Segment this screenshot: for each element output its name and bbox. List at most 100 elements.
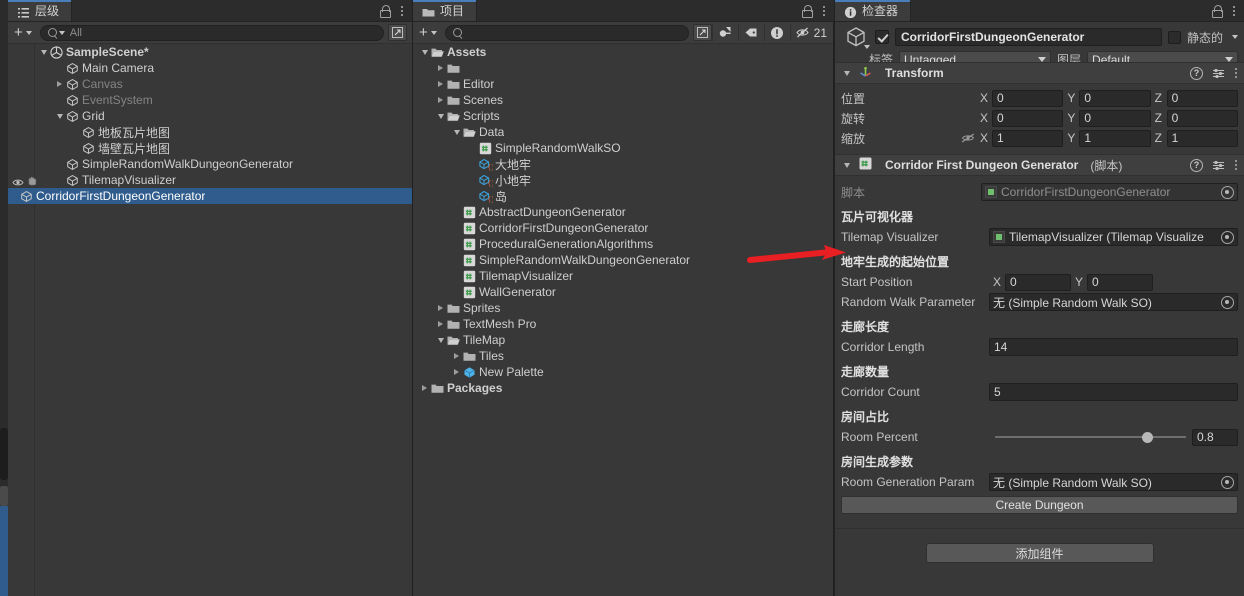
- number-input[interactable]: 14: [989, 338, 1238, 356]
- lock-icon[interactable]: [1211, 4, 1223, 18]
- chevron-right-icon[interactable]: [54, 81, 65, 87]
- transform-y-input[interactable]: 0: [1079, 109, 1151, 127]
- slider-track[interactable]: [995, 431, 1186, 443]
- tree-row[interactable]: SimpleRandomWalkDungeonGenerator: [413, 252, 834, 268]
- project-search-input[interactable]: [444, 24, 689, 41]
- transform-menu-icon[interactable]: [1234, 66, 1238, 80]
- transform-y-input[interactable]: 0: [1079, 89, 1151, 107]
- tree-row[interactable]: SimpleRandomWalkSO: [413, 140, 834, 156]
- chevron-right-icon[interactable]: [451, 369, 462, 375]
- tree-row[interactable]: CorridorFirstDungeonGenerator: [413, 220, 834, 236]
- preset-icon[interactable]: [1212, 67, 1225, 80]
- chevron-right-icon[interactable]: [419, 385, 430, 391]
- chevron-right-icon[interactable]: [435, 97, 446, 103]
- start-position-y-input[interactable]: 0: [1087, 273, 1153, 291]
- tree-row[interactable]: Canvas: [8, 76, 412, 92]
- project-search-expand-button[interactable]: [692, 24, 712, 41]
- tree-row[interactable]: AbstractDungeonGenerator: [413, 204, 834, 220]
- project-add-button[interactable]: +: [415, 24, 441, 41]
- hierarchy-add-button[interactable]: +: [10, 24, 36, 41]
- object-reference-field[interactable]: 无 (Simple Random Walk SO): [989, 473, 1238, 491]
- tree-row[interactable]: 墙壁瓦片地图: [8, 140, 412, 156]
- transform-component-header[interactable]: Transform ?: [835, 62, 1244, 84]
- slider-knob[interactable]: [1142, 431, 1154, 443]
- chevron-down-icon[interactable]: [38, 49, 49, 55]
- transform-foldout-icon[interactable]: [841, 70, 852, 76]
- static-checkbox[interactable]: [1167, 30, 1181, 44]
- filter-by-label-button[interactable]: [737, 24, 764, 41]
- tree-row[interactable]: Tiles: [413, 348, 834, 364]
- script-object-field[interactable]: CorridorFirstDungeonGenerator: [981, 183, 1238, 201]
- tree-row[interactable]: Editor: [413, 76, 834, 92]
- filter-by-type-button[interactable]: [711, 24, 738, 41]
- tree-row[interactable]: Packages: [413, 380, 834, 396]
- script-menu-icon[interactable]: [1234, 158, 1238, 172]
- tree-row[interactable]: TilemapVisualizer: [8, 172, 412, 188]
- tree-row[interactable]: Main Camera: [8, 60, 412, 76]
- create-dungeon-button[interactable]: Create Dungeon: [841, 496, 1238, 514]
- tree-row[interactable]: TilemapVisualizer: [413, 268, 834, 284]
- help-icon[interactable]: ?: [1190, 158, 1203, 172]
- chevron-right-icon[interactable]: [435, 321, 446, 327]
- gameobject-name-input[interactable]: CorridorFirstDungeonGenerator: [895, 28, 1162, 46]
- chevron-right-icon[interactable]: [435, 81, 446, 87]
- tree-row[interactable]: 地板瓦片地图: [8, 124, 412, 140]
- tree-row[interactable]: ProceduralGenerationAlgorithms: [413, 236, 834, 252]
- slider-value-input[interactable]: 0.8: [1192, 428, 1238, 446]
- tree-row[interactable]: EventSystem: [8, 92, 412, 108]
- chevron-right-icon[interactable]: [451, 353, 462, 359]
- tree-row[interactable]: SampleScene*: [8, 44, 412, 60]
- lock-icon[interactable]: [379, 4, 391, 18]
- transform-z-input[interactable]: 0: [1166, 89, 1238, 107]
- add-component-button[interactable]: 添加组件: [925, 543, 1154, 563]
- inspector-menu-icon[interactable]: [1232, 4, 1236, 18]
- tab-project[interactable]: 项目: [413, 0, 478, 21]
- object-picker-icon[interactable]: [1221, 475, 1234, 489]
- left-sliver-handle[interactable]: [0, 486, 8, 506]
- tree-row[interactable]: New Palette: [413, 364, 834, 380]
- tree-row[interactable]: Grid: [8, 108, 412, 124]
- script-foldout-icon[interactable]: [841, 162, 852, 168]
- tree-row[interactable]: Data: [413, 124, 834, 140]
- object-reference-field[interactable]: TilemapVisualizer (Tilemap Visualize: [989, 228, 1238, 246]
- tree-row[interactable]: Scenes: [413, 92, 834, 108]
- tree-row[interactable]: {}小地牢: [413, 172, 834, 188]
- constrain-proportions-off-icon[interactable]: [961, 132, 976, 145]
- slider[interactable]: [989, 429, 1192, 446]
- warning-filter-button[interactable]: [763, 24, 790, 41]
- chevron-right-icon[interactable]: [435, 305, 446, 311]
- hierarchy-menu-icon[interactable]: [400, 4, 404, 18]
- object-picker-icon[interactable]: [1221, 185, 1234, 199]
- tree-row[interactable]: {}岛: [413, 188, 834, 204]
- start-position-x-input[interactable]: 0: [1005, 273, 1071, 291]
- transform-z-input[interactable]: 1: [1166, 129, 1238, 147]
- number-input[interactable]: 5: [989, 383, 1238, 401]
- chevron-down-icon[interactable]: [435, 337, 446, 343]
- tree-row[interactable]: Sprites: [413, 300, 834, 316]
- left-sliver-scrollbar[interactable]: [0, 428, 8, 480]
- tree-row[interactable]: SimpleRandomWalkDungeonGenerator: [8, 156, 412, 172]
- object-picker-icon[interactable]: [1221, 295, 1234, 309]
- tree-row[interactable]: TextMesh Pro: [413, 316, 834, 332]
- tab-hierarchy[interactable]: 层级: [8, 0, 73, 21]
- tree-row[interactable]: Assets: [413, 44, 834, 60]
- tree-row[interactable]: CorridorFirstDungeonGenerator: [8, 188, 412, 204]
- static-dropdown-chevron-icon[interactable]: [1232, 35, 1238, 39]
- transform-y-input[interactable]: 1: [1079, 129, 1151, 147]
- hierarchy-search-input[interactable]: All: [39, 24, 384, 41]
- tree-row[interactable]: WallGenerator: [413, 284, 834, 300]
- help-icon[interactable]: ?: [1190, 66, 1203, 80]
- tree-row[interactable]: TileMap: [413, 332, 834, 348]
- preset-icon[interactable]: [1212, 159, 1225, 172]
- tree-row[interactable]: [413, 60, 834, 76]
- lock-icon[interactable]: [801, 4, 813, 18]
- tree-row[interactable]: {}大地牢: [413, 156, 834, 172]
- script-component-header[interactable]: Corridor First Dungeon Generator (脚本) ?: [835, 154, 1244, 176]
- transform-x-input[interactable]: 1: [992, 129, 1064, 147]
- hierarchy-search-expand-button[interactable]: [388, 24, 407, 41]
- tree-row[interactable]: Scripts: [413, 108, 834, 124]
- tab-inspector[interactable]: 检查器: [835, 0, 912, 21]
- hidden-packages-count[interactable]: 21: [789, 24, 832, 41]
- transform-z-input[interactable]: 0: [1166, 109, 1238, 127]
- chevron-down-icon[interactable]: [54, 113, 65, 119]
